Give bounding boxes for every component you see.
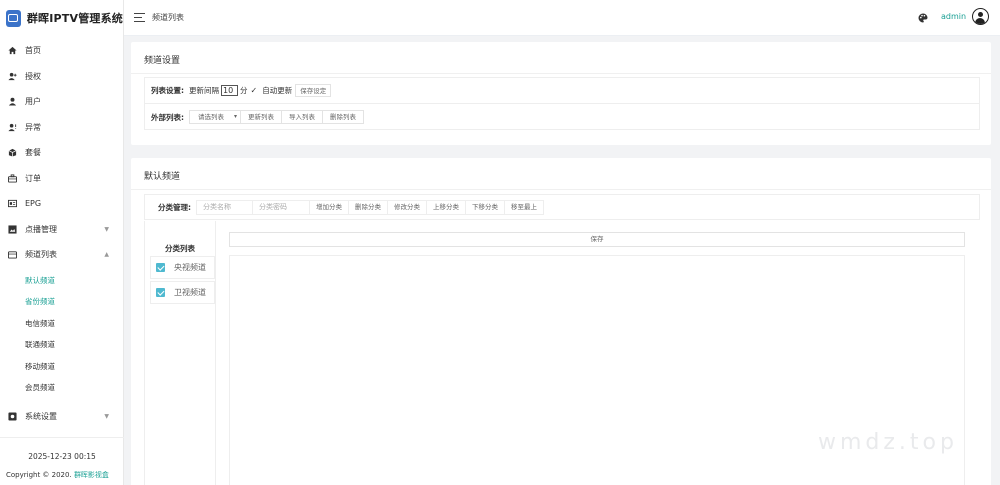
category-password-input[interactable]: 分类密码	[253, 199, 310, 215]
briefcase-icon	[8, 174, 17, 183]
move-up-category-button[interactable]: 上移分类	[427, 199, 466, 215]
category-list-title: 分类列表	[165, 244, 195, 253]
sidebar-sub-mobile[interactable]: 移动频道	[0, 356, 123, 378]
user-icon	[8, 97, 17, 106]
checkbox-checked-icon[interactable]	[156, 288, 165, 297]
auto-update-checkbox[interactable]: ✓	[251, 86, 258, 95]
sidebar-item-home[interactable]: 首页	[0, 38, 123, 64]
channel-icon	[8, 250, 17, 259]
home-icon	[8, 46, 17, 55]
panel-title: 默认频道	[144, 172, 181, 182]
chevron-down-icon: ▼	[104, 225, 109, 233]
category-list: 分类列表 央视频道 卫视频道	[144, 221, 216, 485]
sidebar-sub-province[interactable]: 省份频道	[0, 291, 123, 313]
chevron-down-icon: ▾	[233, 113, 237, 120]
checkbox-checked-icon[interactable]	[156, 263, 165, 272]
interval-label: 更新间隔	[189, 86, 219, 95]
category-item[interactable]: 卫视频道	[150, 281, 215, 304]
auto-update-label: 自动更新	[262, 86, 293, 95]
list-settings-label: 列表设置:	[151, 86, 184, 95]
update-list-button[interactable]: 更新列表	[241, 110, 282, 124]
tv-logo-icon	[6, 9, 21, 27]
sidebar-item-channel-list[interactable]: 频道列表 ▲	[0, 242, 123, 268]
copyright-link[interactable]: 群晖影视盒	[74, 471, 109, 479]
sidebar-item-users[interactable]: 用户	[0, 89, 123, 115]
user-name[interactable]: admin	[941, 12, 966, 21]
menu-toggle-icon[interactable]	[134, 13, 145, 22]
top-header: 频道列表 admin	[124, 0, 1000, 36]
interval-unit: 分	[240, 86, 248, 95]
sidebar-item-epg[interactable]: EPG	[0, 191, 123, 217]
user-avatar-icon[interactable]	[972, 8, 989, 25]
sidebar-sub-member[interactable]: 会员频道	[0, 377, 123, 399]
user-alert-icon	[8, 123, 17, 132]
sidebar-footer: 2025-12-23 00:15 Copyright © 2020. 群晖影视盒	[0, 437, 124, 485]
delete-category-button[interactable]: 删除分类	[349, 199, 388, 215]
sidebar-item-vod[interactable]: 点播管理 ▼	[0, 217, 123, 243]
category-manage-label: 分类管理:	[158, 202, 191, 212]
divider	[131, 73, 991, 74]
sidebar-item-settings[interactable]: 系统设置 ▼	[0, 404, 123, 430]
add-category-button[interactable]: 增加分类	[310, 199, 349, 215]
package-icon	[8, 148, 17, 157]
category-toolbar: 分类管理: 分类名称 分类密码 增加分类 删除分类 修改分类 上移分类 下移分类…	[144, 194, 980, 220]
interval-input[interactable]: 10	[221, 85, 238, 96]
delete-list-button[interactable]: 删除列表	[323, 110, 364, 124]
external-list-label: 外部列表:	[151, 112, 184, 122]
divider	[131, 189, 991, 190]
panel-title: 频道设置	[144, 56, 181, 66]
sidebar-sub-unicom[interactable]: 联通频道	[0, 334, 123, 356]
chevron-up-icon: ▲	[104, 251, 109, 258]
sidebar-item-license[interactable]: 授权	[0, 64, 123, 90]
sidebar-sub-default[interactable]: 默认频道	[0, 270, 123, 292]
channel-settings-panel: 频道设置 列表设置: 更新间隔 10 分 ✓ 自动更新 保存设定 外部列表: 请…	[131, 42, 991, 145]
sidebar: 群晖IPTV管理系统 首页 授权 用户 异常 套餐 订单 EPG 点播管理 ▼ …	[0, 0, 124, 485]
move-down-category-button[interactable]: 下移分类	[466, 199, 505, 215]
sidebar-item-orders[interactable]: 订单	[0, 166, 123, 192]
list-select[interactable]: 请选列表 ▾	[189, 110, 241, 124]
sidebar-item-package[interactable]: 套餐	[0, 140, 123, 166]
save-button[interactable]: 保存	[229, 232, 965, 247]
vod-icon	[8, 225, 17, 234]
epg-icon	[8, 199, 17, 208]
brand[interactable]: 群晖IPTV管理系统	[0, 0, 123, 36]
current-time: 2025-12-23 00:15	[28, 452, 96, 461]
copyright: Copyright © 2020. 群晖影视盒	[6, 471, 109, 479]
user-add-icon	[8, 72, 17, 81]
save-settings-button[interactable]: 保存设定	[295, 84, 332, 97]
chevron-down-icon: ▼	[104, 412, 109, 420]
settings-form: 列表设置: 更新间隔 10 分 ✓ 自动更新 保存设定 外部列表: 请选列表 ▾ …	[144, 77, 980, 130]
import-list-button[interactable]: 导入列表	[282, 110, 323, 124]
move-top-category-button[interactable]: 移至最上	[505, 199, 544, 215]
sidebar-nav: 首页 授权 用户 异常 套餐 订单 EPG 点播管理 ▼ 频道列表 ▲	[0, 38, 123, 268]
list-settings-row: 列表设置: 更新间隔 10 分 ✓ 自动更新 保存设定	[145, 78, 979, 104]
category-item[interactable]: 央视频道	[150, 256, 215, 279]
sidebar-sub-telecom[interactable]: 电信频道	[0, 313, 123, 335]
channel-submenu: 默认频道 省份频道 电信频道 联通频道 移动频道 会员频道	[0, 270, 123, 399]
edit-category-button[interactable]: 修改分类	[388, 199, 427, 215]
category-name-input[interactable]: 分类名称	[196, 199, 253, 215]
sidebar-nav-bottom: 系统设置 ▼	[0, 404, 123, 430]
app-title: 群晖IPTV管理系统	[26, 12, 123, 25]
settings-icon	[8, 412, 17, 421]
watermark: wmdz.top	[818, 430, 958, 455]
breadcrumb: 频道列表	[152, 13, 184, 22]
external-list-row: 外部列表: 请选列表 ▾ 更新列表 导入列表 删除列表	[145, 104, 979, 130]
palette-icon[interactable]	[918, 13, 928, 23]
sidebar-item-abnormal[interactable]: 异常	[0, 115, 123, 141]
